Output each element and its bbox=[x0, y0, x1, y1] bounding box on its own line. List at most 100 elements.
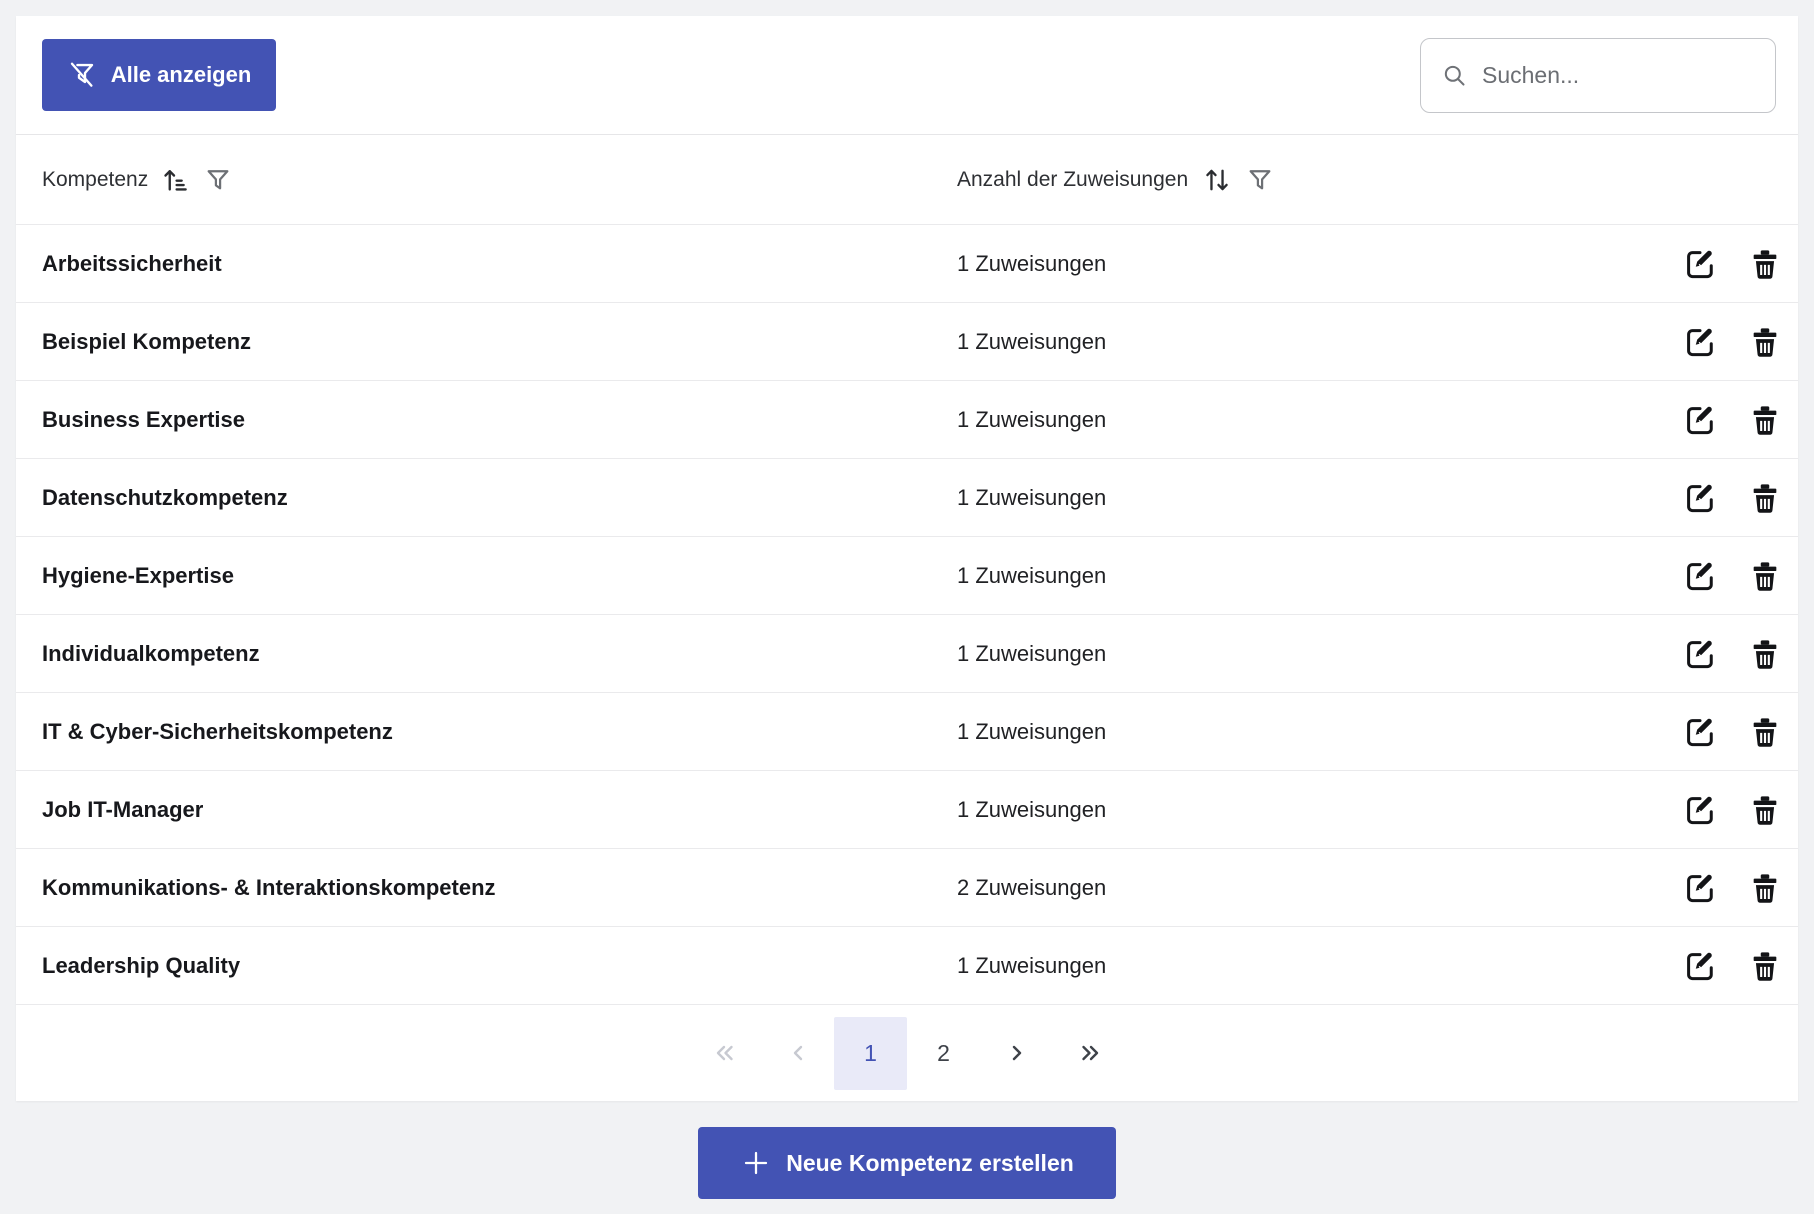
edit-icon bbox=[1682, 402, 1718, 438]
row-actions bbox=[1602, 558, 1782, 594]
table-body: Arbeitssicherheit 1 Zuweisungen bbox=[16, 225, 1798, 1005]
row-actions bbox=[1602, 714, 1782, 750]
competency-name: IT & Cyber-Sicherheitskompetenz bbox=[42, 719, 957, 745]
edit-button[interactable] bbox=[1682, 948, 1718, 984]
filter-icon[interactable] bbox=[1246, 166, 1274, 194]
filter-icon[interactable] bbox=[204, 166, 232, 194]
column-header-kompetenz[interactable]: Kompetenz bbox=[42, 165, 957, 195]
search-box[interactable] bbox=[1420, 38, 1776, 113]
table-row: Kommunikations- & Interaktionskompetenz … bbox=[16, 849, 1798, 927]
competency-name: Hygiene-Expertise bbox=[42, 563, 957, 589]
competency-name: Arbeitssicherheit bbox=[42, 251, 957, 277]
edit-icon bbox=[1682, 480, 1718, 516]
next-page-button[interactable] bbox=[980, 1017, 1053, 1090]
assignment-count: 1 Zuweisungen bbox=[957, 953, 1602, 979]
edit-button[interactable] bbox=[1682, 324, 1718, 360]
edit-button[interactable] bbox=[1682, 558, 1718, 594]
last-page-button[interactable] bbox=[1053, 1017, 1126, 1090]
chevron-right-icon bbox=[1004, 1040, 1030, 1066]
delete-button[interactable] bbox=[1748, 403, 1782, 437]
assignment-count: 1 Zuweisungen bbox=[957, 329, 1602, 355]
delete-button[interactable] bbox=[1748, 949, 1782, 983]
assignment-count: 1 Zuweisungen bbox=[957, 797, 1602, 823]
table-row: Datenschutzkompetenz 1 Zuweisungen bbox=[16, 459, 1798, 537]
assignment-count: 1 Zuweisungen bbox=[957, 641, 1602, 667]
search-icon bbox=[1441, 62, 1468, 89]
create-competency-button[interactable]: Neue Kompetenz erstellen bbox=[698, 1127, 1116, 1199]
competency-name: Business Expertise bbox=[42, 407, 957, 433]
assignment-count: 1 Zuweisungen bbox=[957, 407, 1602, 433]
delete-button[interactable] bbox=[1748, 325, 1782, 359]
trash-icon bbox=[1748, 949, 1782, 983]
previous-page-button[interactable] bbox=[761, 1017, 834, 1090]
competency-name: Kommunikations- & Interaktionskompetenz bbox=[42, 875, 957, 901]
table-row: Beispiel Kompetenz 1 Zuweisungen bbox=[16, 303, 1798, 381]
delete-button[interactable] bbox=[1748, 715, 1782, 749]
edit-button[interactable] bbox=[1682, 792, 1718, 828]
trash-icon bbox=[1748, 793, 1782, 827]
edit-icon bbox=[1682, 870, 1718, 906]
table-row: Job IT-Manager 1 Zuweisungen bbox=[16, 771, 1798, 849]
plus-icon bbox=[740, 1147, 772, 1179]
edit-icon bbox=[1682, 558, 1718, 594]
sort-arrows-icon[interactable] bbox=[1201, 165, 1233, 195]
trash-icon bbox=[1748, 871, 1782, 905]
show-all-button[interactable]: Alle anzeigen bbox=[42, 39, 276, 111]
competency-name: Job IT-Manager bbox=[42, 797, 957, 823]
chevron-left-icon bbox=[785, 1040, 811, 1066]
trash-icon bbox=[1748, 325, 1782, 359]
pagination: 1 2 bbox=[16, 1005, 1798, 1101]
row-actions bbox=[1602, 636, 1782, 672]
double-chevron-left-icon bbox=[710, 1040, 740, 1066]
edit-icon bbox=[1682, 324, 1718, 360]
delete-button[interactable] bbox=[1748, 481, 1782, 515]
edit-button[interactable] bbox=[1682, 714, 1718, 750]
assignment-count: 1 Zuweisungen bbox=[957, 251, 1602, 277]
trash-icon bbox=[1748, 637, 1782, 671]
delete-button[interactable] bbox=[1748, 871, 1782, 905]
row-actions bbox=[1602, 402, 1782, 438]
table-row: Arbeitssicherheit 1 Zuweisungen bbox=[16, 225, 1798, 303]
edit-icon bbox=[1682, 792, 1718, 828]
trash-icon bbox=[1748, 559, 1782, 593]
delete-button[interactable] bbox=[1748, 559, 1782, 593]
edit-button[interactable] bbox=[1682, 870, 1718, 906]
page-button[interactable]: 1 bbox=[834, 1017, 907, 1090]
trash-icon bbox=[1748, 715, 1782, 749]
row-actions bbox=[1602, 480, 1782, 516]
sort-ascending-icon[interactable] bbox=[161, 165, 191, 195]
delete-button[interactable] bbox=[1748, 793, 1782, 827]
column-header-zuweisungen[interactable]: Anzahl der Zuweisungen bbox=[957, 165, 1602, 195]
assignment-count: 1 Zuweisungen bbox=[957, 485, 1602, 511]
assignment-count: 1 Zuweisungen bbox=[957, 563, 1602, 589]
delete-button[interactable] bbox=[1748, 247, 1782, 281]
edit-icon bbox=[1682, 246, 1718, 282]
first-page-button[interactable] bbox=[688, 1017, 761, 1090]
competency-name: Leadership Quality bbox=[42, 953, 957, 979]
search-input[interactable] bbox=[1482, 62, 1757, 89]
column-label: Kompetenz bbox=[42, 168, 148, 192]
assignment-count: 1 Zuweisungen bbox=[957, 719, 1602, 745]
competency-name: Individualkompetenz bbox=[42, 641, 957, 667]
row-actions bbox=[1602, 324, 1782, 360]
edit-button[interactable] bbox=[1682, 246, 1718, 282]
page-button[interactable]: 2 bbox=[907, 1017, 980, 1090]
table-toolbar: Alle anzeigen bbox=[16, 16, 1798, 135]
competency-name: Datenschutzkompetenz bbox=[42, 485, 957, 511]
table-row: Business Expertise 1 Zuweisungen bbox=[16, 381, 1798, 459]
edit-icon bbox=[1682, 714, 1718, 750]
trash-icon bbox=[1748, 481, 1782, 515]
table-header: Kompetenz Anzahl der Zuweisungen bbox=[16, 135, 1798, 225]
row-actions bbox=[1602, 870, 1782, 906]
footer-bar: Neue Kompetenz erstellen bbox=[0, 1101, 1814, 1214]
row-actions bbox=[1602, 948, 1782, 984]
edit-button[interactable] bbox=[1682, 402, 1718, 438]
row-actions bbox=[1602, 246, 1782, 282]
table-row: Leadership Quality 1 Zuweisungen bbox=[16, 927, 1798, 1005]
delete-button[interactable] bbox=[1748, 637, 1782, 671]
table-row: IT & Cyber-Sicherheitskompetenz 1 Zuweis… bbox=[16, 693, 1798, 771]
edit-button[interactable] bbox=[1682, 480, 1718, 516]
competency-name: Beispiel Kompetenz bbox=[42, 329, 957, 355]
create-competency-label: Neue Kompetenz erstellen bbox=[786, 1150, 1074, 1177]
edit-button[interactable] bbox=[1682, 636, 1718, 672]
